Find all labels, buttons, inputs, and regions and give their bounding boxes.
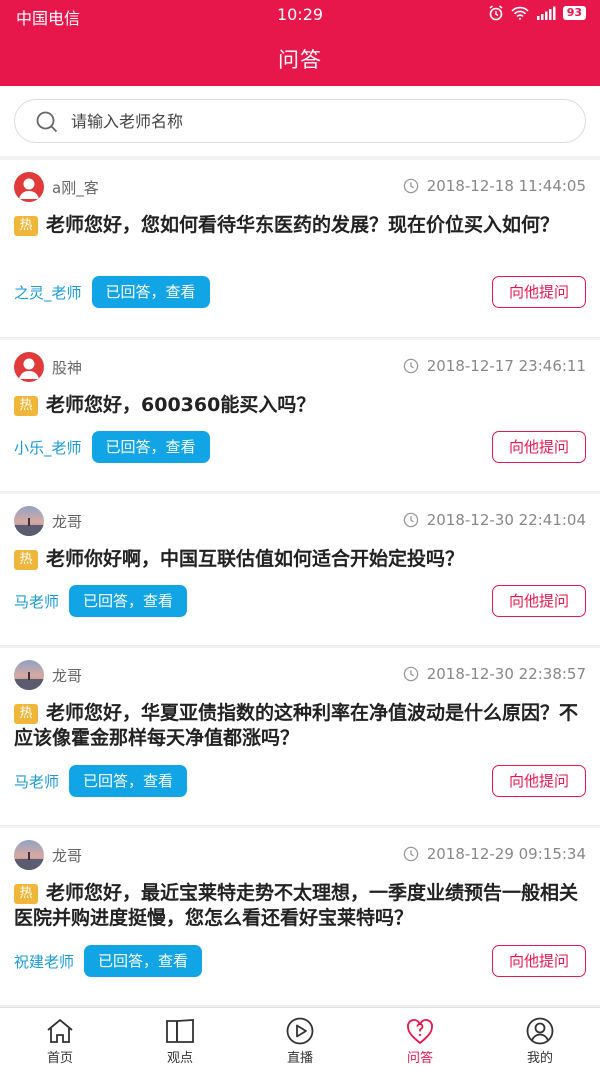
- post-time: 2018-12-30 22:41:04: [403, 511, 586, 529]
- question-card[interactable]: 股神 2018-12-17 23:46:11 热老师您好，600360能买入吗？…: [0, 340, 600, 492]
- landscape-avatar-icon: [14, 672, 44, 690]
- question-card[interactable]: a刚_客 2018-12-18 11:44:05 热老师您好，您如何看待华东医药…: [0, 160, 600, 338]
- search-box[interactable]: [14, 99, 586, 143]
- card-footer: 小乐_老师 已回答，查看 向他提问: [14, 431, 586, 463]
- card-footer: 马老师 已回答，查看 向他提问: [14, 765, 586, 797]
- avatar: [14, 172, 44, 202]
- question-content: 老师您好，华夏亚债指数的这种利率在净值波动是什么原因？不应该像霍金那样每天净值都…: [14, 702, 579, 749]
- question-content: 老师您好，600360能买入吗？: [46, 394, 316, 416]
- clock-icon: [403, 846, 418, 862]
- teacher-link[interactable]: 祝建老师: [14, 951, 74, 972]
- home-icon: [47, 1018, 73, 1043]
- signal-icon: [536, 6, 556, 20]
- username: a刚_客: [52, 179, 99, 197]
- clock-icon: [403, 666, 418, 682]
- view-answer-button[interactable]: 已回答，查看: [69, 585, 188, 617]
- post-time-text: 2018-12-30 22:41:04: [426, 511, 586, 529]
- view-answer-button[interactable]: 已回答，查看: [91, 276, 210, 308]
- clock-icon: [403, 512, 418, 528]
- post-time: 2018-12-29 09:15:34: [403, 845, 586, 863]
- username: 股神: [52, 359, 83, 377]
- post-time: 2018-12-17 23:46:11: [403, 357, 586, 375]
- avatar: [14, 352, 44, 382]
- post-time: 2018-12-18 11:44:05: [403, 177, 586, 195]
- search-icon: [36, 111, 58, 133]
- clock-icon: [403, 358, 418, 374]
- book-icon: [166, 1019, 194, 1043]
- question-text[interactable]: 热老师您好，华夏亚债指数的这种利率在净值波动是什么原因？不应该像霍金那样每天净值…: [14, 701, 588, 751]
- wifi-icon: [511, 6, 529, 20]
- landscape-avatar-icon: [14, 518, 44, 536]
- avatar: [14, 660, 44, 690]
- tab-label: 观点: [166, 1051, 193, 1066]
- ask-him-button[interactable]: 向他提问: [492, 765, 586, 797]
- qa-icon: [407, 1019, 433, 1045]
- landscape-avatar-icon: [14, 852, 44, 870]
- ask-him-button[interactable]: 向他提问: [492, 945, 586, 977]
- search-input[interactable]: [71, 100, 571, 142]
- page-title: 问答: [278, 48, 322, 72]
- default-avatar-icon: [19, 358, 39, 379]
- view-answer-button[interactable]: 已回答，查看: [91, 431, 210, 463]
- username: 龙哥: [52, 667, 83, 685]
- post-time-text: 2018-12-18 11:44:05: [426, 177, 586, 195]
- user-icon: [526, 1017, 554, 1045]
- view-answer-button[interactable]: 已回答，查看: [69, 765, 188, 797]
- battery-icon: 93: [562, 6, 586, 20]
- question-content: 老师你好啊，中国互联估值如何适合开始定投吗？: [46, 548, 465, 570]
- question-list: a刚_客 2018-12-18 11:44:05 热老师您好，您如何看待华东医药…: [0, 160, 600, 1008]
- teacher-link[interactable]: 之灵_老师: [14, 282, 82, 303]
- teacher-link[interactable]: 马老师: [14, 591, 59, 612]
- bottom-tab-bar: 首页 观点 直播 问答 我的: [0, 1007, 600, 1067]
- status-icons: 93: [488, 5, 586, 21]
- card-footer: 祝建老师 已回答，查看 向他提问: [14, 945, 586, 977]
- tab-mine[interactable]: 我的: [480, 1008, 600, 1067]
- question-text[interactable]: 热老师您好，600360能买入吗？: [14, 393, 588, 418]
- hot-badge: 热: [14, 884, 38, 904]
- clock-icon: [403, 178, 418, 194]
- username: 龙哥: [52, 847, 83, 865]
- teacher-link[interactable]: 小乐_老师: [14, 437, 82, 458]
- hot-badge: 热: [14, 396, 38, 416]
- card-footer: 马老师 已回答，查看 向他提问: [14, 585, 586, 617]
- avatar: [14, 506, 44, 536]
- view-answer-button[interactable]: 已回答，查看: [84, 945, 203, 977]
- question-text[interactable]: 热老师你好啊，中国互联估值如何适合开始定投吗？: [14, 547, 588, 572]
- tab-label: 我的: [526, 1051, 553, 1066]
- avatar: [14, 840, 44, 870]
- default-avatar-icon: [19, 178, 39, 199]
- question-content: 老师您好，您如何看待华东医药的发展？现在价位买入如何？: [46, 214, 560, 236]
- question-text[interactable]: 热老师您好，您如何看待华东医药的发展？现在价位买入如何？: [14, 213, 588, 238]
- ask-him-button[interactable]: 向他提问: [492, 276, 586, 308]
- tab-home[interactable]: 首页: [0, 1008, 120, 1067]
- tab-label: 首页: [46, 1051, 73, 1066]
- status-bar: 中国电信 10:29 93: [0, 0, 600, 30]
- tab-label: 直播: [286, 1051, 313, 1066]
- username: 龙哥: [52, 513, 83, 531]
- tab-opinions[interactable]: 观点: [120, 1008, 240, 1067]
- play-icon: [286, 1017, 314, 1045]
- post-time-text: 2018-12-17 23:46:11: [426, 357, 586, 375]
- post-time-text: 2018-12-29 09:15:34: [426, 845, 586, 863]
- ask-him-button[interactable]: 向他提问: [492, 431, 586, 463]
- question-card[interactable]: 龙哥 2018-12-29 09:15:34 热老师您好，最近宝莱特走势不太理想…: [0, 828, 600, 1006]
- hot-badge: 热: [14, 704, 38, 724]
- search-bar: [0, 86, 600, 156]
- post-time-text: 2018-12-30 22:38:57: [426, 665, 586, 683]
- question-card[interactable]: 龙哥 2018-12-30 22:38:57 热老师您好，华夏亚债指数的这种利率…: [0, 648, 600, 826]
- app-header: 中国电信 10:29 93 问答: [0, 0, 600, 86]
- tab-qa[interactable]: 问答: [360, 1008, 480, 1067]
- question-card[interactable]: 龙哥 2018-12-30 22:41:04 热老师你好啊，中国互联估值如何适合…: [0, 494, 600, 646]
- hot-badge: 热: [14, 216, 38, 236]
- question-content: 老师您好，最近宝莱特走势不太理想，一季度业绩预告一般相关医院并购进度挺慢，您怎么…: [14, 882, 579, 929]
- teacher-link[interactable]: 马老师: [14, 771, 59, 792]
- question-text[interactable]: 热老师您好，最近宝莱特走势不太理想，一季度业绩预告一般相关医院并购进度挺慢，您怎…: [14, 881, 588, 931]
- tab-label: 问答: [406, 1051, 433, 1066]
- hot-badge: 热: [14, 550, 38, 570]
- tab-live[interactable]: 直播: [240, 1008, 360, 1067]
- card-footer: 之灵_老师 已回答，查看 向他提问: [14, 276, 586, 308]
- alarm-icon: [489, 5, 503, 21]
- post-time: 2018-12-30 22:38:57: [403, 665, 586, 683]
- ask-him-button[interactable]: 向他提问: [492, 585, 586, 617]
